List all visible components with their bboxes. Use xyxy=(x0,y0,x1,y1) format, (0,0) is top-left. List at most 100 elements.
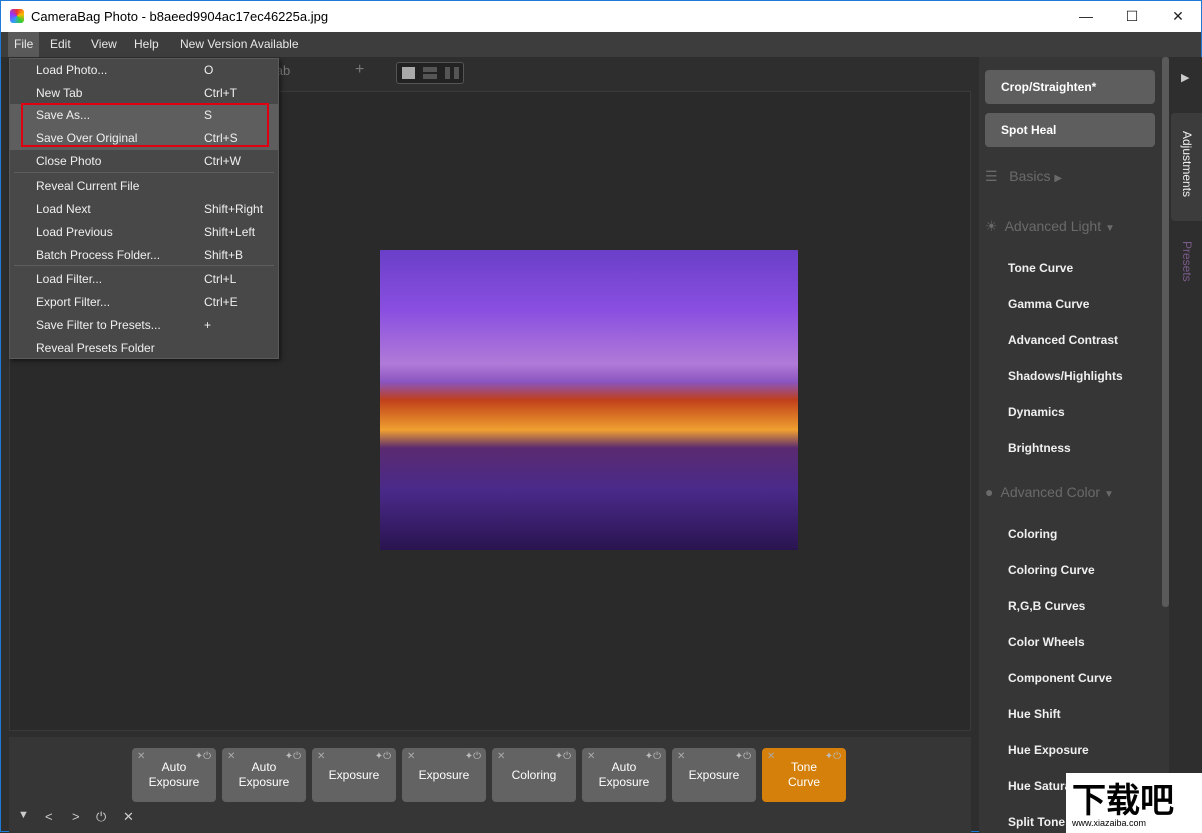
sliders-icon: ☰ xyxy=(985,168,998,184)
menu-item[interactable]: Reveal Current File xyxy=(10,175,278,198)
menu-item-label: Batch Process Folder... xyxy=(36,248,161,262)
close-button[interactable]: ✕ xyxy=(1155,1,1201,32)
adjustment-item[interactable]: Gamma Curve xyxy=(1008,297,1089,311)
section-basics[interactable]: ☰ Basics ▶ xyxy=(985,168,1062,185)
maximize-button[interactable]: ☐ xyxy=(1109,1,1155,32)
window-title: CameraBag Photo - b8aeed9904ac17ec46225a… xyxy=(31,9,329,24)
menu-item-shortcut: Shift+Right xyxy=(204,202,264,216)
filter-card[interactable]: ✕ ✦⏻ Exposure xyxy=(402,748,486,802)
filter-card[interactable]: ✕ ✦⏻ Exposure xyxy=(672,748,756,802)
menu-item-shortcut: Ctrl+W xyxy=(204,154,241,168)
section-label: Basics xyxy=(1009,168,1051,184)
tab-presets[interactable]: Presets xyxy=(1180,241,1194,282)
photo-preview xyxy=(380,250,798,550)
clear-icon[interactable]: ✕ xyxy=(123,809,134,825)
split-vertical-icon[interactable] xyxy=(445,67,459,79)
remove-icon[interactable]: ✕ xyxy=(497,749,505,764)
pin-power-icon[interactable]: ✦⏻ xyxy=(465,749,481,764)
menu-file[interactable]: File xyxy=(8,32,40,57)
section-label: Advanced Color xyxy=(1000,484,1101,500)
adjustment-item[interactable]: Brightness xyxy=(1008,441,1071,455)
adjustment-item[interactable]: Advanced Contrast xyxy=(1008,333,1118,347)
menu-item[interactable]: Close Photo Ctrl+W xyxy=(10,150,278,173)
menu-edit[interactable]: Edit xyxy=(44,32,77,57)
menu-item[interactable]: Load Photo... O xyxy=(10,59,278,82)
adjustment-item[interactable]: Hue Shift xyxy=(1008,707,1061,721)
tab-adjustments[interactable]: Adjustments xyxy=(1171,113,1202,221)
menu-item[interactable]: Load Previous Shift+Left xyxy=(10,221,278,244)
section-advanced-color[interactable]: ● Advanced Color ▼ xyxy=(985,484,1114,500)
pin-power-icon[interactable]: ✦⏻ xyxy=(825,749,841,764)
color-circles-icon: ● xyxy=(985,484,994,500)
minimize-button[interactable]: — xyxy=(1063,1,1109,32)
filter-card[interactable]: ✕ ✦⏻ Auto Exposure xyxy=(132,748,216,802)
crop-straighten-button[interactable]: Crop/Straighten* xyxy=(985,70,1155,104)
adjustment-item[interactable]: Shadows/Highlights xyxy=(1008,369,1123,383)
menu-item-label: Export Filter... xyxy=(36,295,111,309)
adjustment-item[interactable]: R,G,B Curves xyxy=(1008,599,1085,613)
remove-icon[interactable]: ✕ xyxy=(767,749,775,764)
sun-icon: ☀ xyxy=(985,218,998,234)
menu-item[interactable]: New Tab Ctrl+T xyxy=(10,82,278,105)
adjustment-item[interactable]: Coloring Curve xyxy=(1008,563,1095,577)
remove-icon[interactable]: ✕ xyxy=(317,749,325,764)
adjustment-item[interactable]: Coloring xyxy=(1008,527,1057,541)
adjustment-item[interactable]: Tone Curve xyxy=(1008,261,1073,275)
next-icon[interactable]: > xyxy=(72,809,80,824)
menu-item-label: Load Next xyxy=(36,202,91,216)
menu-help[interactable]: Help xyxy=(128,32,165,57)
menu-item[interactable]: Load Filter... Ctrl+L xyxy=(10,268,278,291)
menu-item[interactable]: Batch Process Folder... Shift+B xyxy=(10,244,278,267)
remove-icon[interactable]: ✕ xyxy=(227,749,235,764)
pin-power-icon[interactable]: ✦⏻ xyxy=(285,749,301,764)
split-horizontal-icon[interactable] xyxy=(423,67,437,79)
adjustment-item[interactable]: Color Wheels xyxy=(1008,635,1085,649)
remove-icon[interactable]: ✕ xyxy=(587,749,595,764)
filter-card[interactable]: ✕ ✦⏻ Coloring xyxy=(492,748,576,802)
app-logo-icon xyxy=(10,9,24,23)
filter-label: Exposure xyxy=(688,767,740,782)
menu-new-version[interactable]: New Version Available xyxy=(174,32,305,57)
adjustment-item[interactable]: Dynamics xyxy=(1008,405,1065,419)
spot-heal-button[interactable]: Spot Heal xyxy=(985,113,1155,147)
menu-item-label: Load Photo... xyxy=(36,63,108,77)
pin-power-icon[interactable]: ✦⏻ xyxy=(555,749,571,764)
pin-power-icon[interactable]: ✦⏻ xyxy=(645,749,661,764)
menu-item[interactable]: Export Filter... Ctrl+E xyxy=(10,291,278,314)
previous-icon[interactable]: < xyxy=(45,809,53,824)
remove-icon[interactable]: ✕ xyxy=(137,749,145,764)
menu-item-shortcut: O xyxy=(204,63,214,77)
menu-item-shortcut: Ctrl+L xyxy=(204,272,237,286)
menu-item[interactable]: Save Filter to Presets... + xyxy=(10,314,278,337)
chevron-right-icon: ▶ xyxy=(1054,173,1063,184)
pin-power-icon[interactable]: ✦⏻ xyxy=(195,749,211,764)
menu-item[interactable]: Reveal Presets Folder xyxy=(10,337,278,360)
collapse-icon[interactable]: ▼ xyxy=(18,809,29,821)
adjustment-item[interactable]: Split Tone xyxy=(1008,815,1065,829)
menu-bar: File Edit View Help New Version Availabl… xyxy=(1,32,1201,57)
menu-item-shortcut: Ctrl+E xyxy=(204,295,238,309)
pin-power-icon[interactable]: ✦⏻ xyxy=(375,749,391,764)
filter-card[interactable]: ✕ ✦⏻ Tone Curve xyxy=(762,748,846,802)
menu-item-label: Close Photo xyxy=(36,154,102,168)
pin-power-icon[interactable]: ✦⏻ xyxy=(735,749,751,764)
menu-separator xyxy=(14,172,274,173)
section-advanced-light[interactable]: ☀ Advanced Light ▼ xyxy=(985,218,1115,235)
remove-icon[interactable]: ✕ xyxy=(407,749,415,764)
tab-label: Adjustments xyxy=(1180,131,1194,198)
add-tab-button[interactable]: + xyxy=(355,61,364,79)
filter-card[interactable]: ✕ ✦⏻ Auto Exposure xyxy=(582,748,666,802)
adjustment-item[interactable]: Hue Exposure xyxy=(1008,743,1089,757)
single-view-icon[interactable] xyxy=(402,67,415,79)
collapse-panel-icon[interactable]: ▶ xyxy=(1181,71,1189,84)
menu-item-shortcut: Ctrl+T xyxy=(204,86,237,100)
filter-card[interactable]: ✕ ✦⏻ Exposure xyxy=(312,748,396,802)
filter-card[interactable]: ✕ ✦⏻ Auto Exposure xyxy=(222,748,306,802)
power-icon[interactable]: ⏻ xyxy=(96,809,106,825)
menu-view[interactable]: View xyxy=(85,32,123,57)
menu-item[interactable]: Load Next Shift+Right xyxy=(10,198,278,221)
adjustment-item[interactable]: Component Curve xyxy=(1008,671,1112,685)
remove-icon[interactable]: ✕ xyxy=(677,749,685,764)
menu-item-shortcut: + xyxy=(204,318,212,332)
panel-scrollbar[interactable] xyxy=(1162,57,1169,607)
